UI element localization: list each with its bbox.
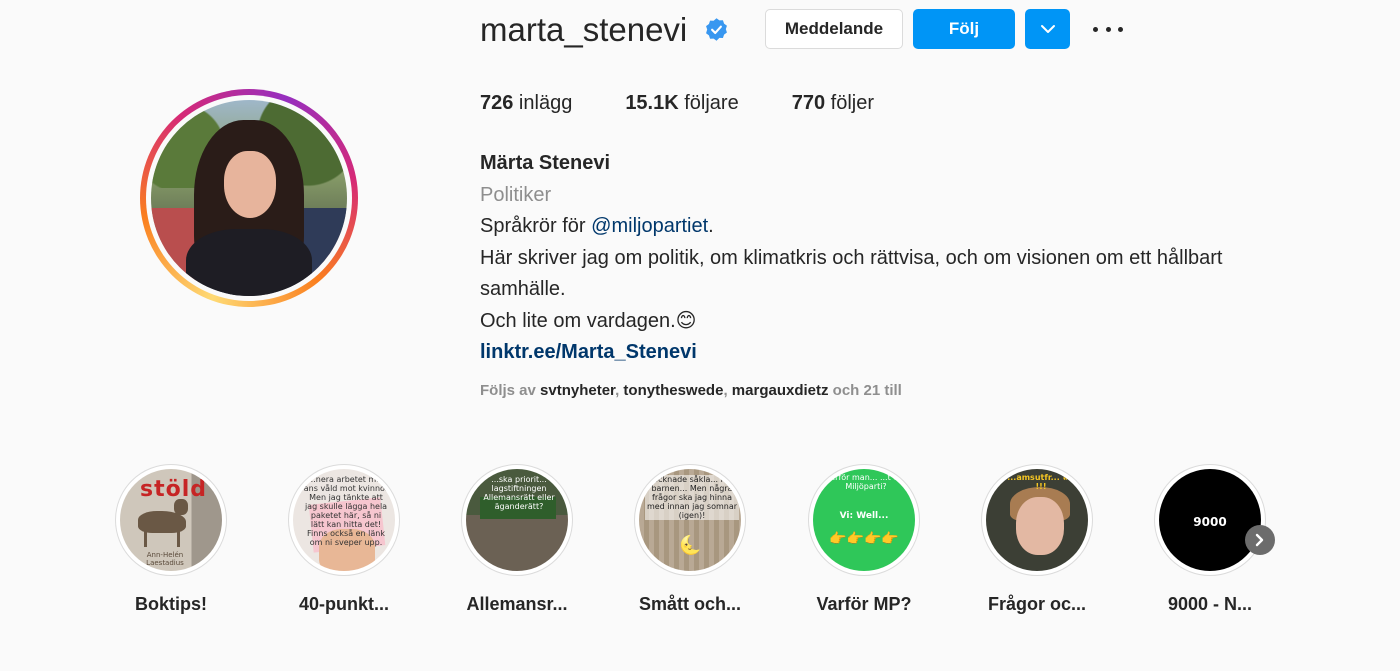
profile-bio: Märta Stenevi Politiker Språkrör för @mi… bbox=[480, 148, 1310, 369]
story-highlight[interactable]: stöld Ann-Helén Laestadius Boktips! bbox=[101, 464, 241, 615]
highlight-label: 9000 - N... bbox=[1167, 594, 1253, 614]
avatar-gap bbox=[146, 95, 352, 301]
story-highlight[interactable]: ...amsutfr... #2 !!! Frågor oc... bbox=[967, 464, 1107, 615]
pointing-hand-icon: 👉👉👉👉 bbox=[829, 531, 899, 547]
highlight-cover-text: ...nera arbetet m... ans våld mot kvinno… bbox=[303, 475, 389, 547]
followed-by-account[interactable]: tonytheswede bbox=[623, 382, 723, 399]
reindeer-head bbox=[174, 499, 188, 515]
reindeer-legs bbox=[144, 531, 180, 547]
highlight-ring: 9000 bbox=[1154, 464, 1266, 576]
following-stat[interactable]: 770 följer bbox=[792, 91, 874, 115]
more-options-icon[interactable] bbox=[1093, 17, 1123, 41]
story-highlight[interactable]: ...nera arbetet m... ans våld mot kvinno… bbox=[274, 464, 414, 615]
highlight-label: Frågor oc... bbox=[987, 594, 1086, 614]
profile-stats: 726 inlägg 15.1K följare 770 följer bbox=[480, 91, 927, 115]
posts-count: 726 bbox=[480, 92, 514, 114]
bio-text: Språkrör för bbox=[480, 215, 592, 237]
followed-by-account[interactable]: svtnyheter bbox=[540, 382, 615, 399]
verified-badge-icon bbox=[706, 18, 727, 41]
highlight-cover-text: ...ocknade såkla... med barnen... Men nå… bbox=[645, 475, 739, 520]
following-count: 770 bbox=[791, 92, 826, 114]
bio-text: . bbox=[708, 215, 714, 237]
highlight-ring: ...amsutfr... #2 !!! bbox=[981, 464, 1093, 576]
followed-by-account[interactable]: margauxdietz bbox=[732, 382, 829, 399]
story-highlight[interactable]: ...ocknade såkla... med barnen... Men nå… bbox=[620, 464, 760, 615]
highlight-cover-subtext: Vi: Well... bbox=[839, 511, 889, 521]
followed-by-suffix: och 21 till bbox=[828, 382, 902, 399]
highlight-cover: ...ocknade såkla... med barnen... Men nå… bbox=[639, 469, 741, 571]
highlight-label: Varför MP? bbox=[816, 594, 912, 614]
follow-button[interactable]: Följ bbox=[913, 9, 1015, 49]
highlight-cover: ...rför man... ...t ett Miljöparti? Vi: … bbox=[813, 469, 915, 571]
highlight-cover: 9000 bbox=[1159, 469, 1261, 571]
highlight-cover-text: 9000 bbox=[1193, 515, 1227, 529]
followed-by-prefix: Följs av bbox=[480, 382, 541, 399]
story-highlight[interactable]: ...ska priorit... lagstiftningen Alleman… bbox=[447, 464, 587, 615]
followers-count: 15.1K bbox=[625, 92, 679, 114]
story-highlight[interactable]: ...rför man... ...t ett Miljöparti? Vi: … bbox=[794, 464, 934, 615]
highlight-label: Allemansr... bbox=[466, 594, 568, 614]
highlight-cover: ...ska priorit... lagstiftningen Alleman… bbox=[466, 469, 568, 571]
following-label: följer bbox=[825, 92, 874, 114]
highlight-label: 40-punkt... bbox=[298, 594, 389, 614]
bio-line-3: Och lite om vardagen.😊 bbox=[480, 309, 697, 332]
bio-line-2: Här skriver jag om politik, om klimatkri… bbox=[480, 246, 1223, 301]
highlight-ring: ...rför man... ...t ett Miljöparti? Vi: … bbox=[808, 464, 920, 576]
followed-by[interactable]: Följs av svtnyheter, tonytheswede, marga… bbox=[480, 382, 902, 399]
bio-external-link[interactable]: linktr.ee/Marta_Stenevi bbox=[480, 337, 1310, 369]
profile-username: marta_stenevi bbox=[480, 11, 688, 48]
posts-stat: 726 inlägg bbox=[480, 91, 572, 115]
posts-label: inlägg bbox=[513, 92, 573, 114]
followers-label: följare bbox=[678, 92, 739, 114]
bio-mention-link[interactable]: @miljopartiet bbox=[591, 215, 708, 237]
avatar-face bbox=[223, 150, 277, 218]
bio-line-1: Språkrör för @miljopartiet. bbox=[480, 211, 1310, 243]
dot bbox=[1105, 26, 1111, 32]
chevron-right-icon bbox=[1255, 533, 1264, 547]
highlight-cover: ...nera arbetet m... ans våld mot kvinno… bbox=[293, 469, 395, 571]
highlight-cover-text: ...ska priorit... lagstiftningen Alleman… bbox=[483, 475, 555, 511]
highlight-cover-text: ...amsutfr... #2 !!! bbox=[1007, 473, 1075, 491]
highlight-person-face bbox=[1016, 497, 1064, 555]
followed-by-separator: , bbox=[723, 382, 732, 399]
highlight-label: Boktips! bbox=[135, 594, 207, 614]
highlights-next-button[interactable] bbox=[1245, 525, 1275, 555]
highlight-ring: ...ska priorit... lagstiftningen Alleman… bbox=[461, 464, 573, 576]
highlight-ring: stöld Ann-Helén Laestadius bbox=[115, 464, 227, 576]
chevron-down-icon bbox=[1040, 25, 1055, 33]
moon-icon: 🌜 bbox=[679, 535, 702, 556]
highlight-cover-subtext: Ann-Helén Laestadius bbox=[146, 551, 184, 567]
highlight-label: Smått och... bbox=[638, 594, 741, 614]
message-button[interactable]: Meddelande bbox=[765, 9, 903, 49]
highlight-ring: ...ocknade såkla... med barnen... Men nå… bbox=[634, 464, 746, 576]
highlight-cover-text: stöld bbox=[140, 477, 208, 502]
profile-category: Politiker bbox=[480, 183, 552, 206]
highlight-ring: ...nera arbetet m... ans våld mot kvinno… bbox=[288, 464, 400, 576]
highlight-cover-text: ...rför man... ...t ett Miljöparti? bbox=[827, 473, 905, 491]
highlight-cover: ...amsutfr... #2 !!! bbox=[986, 469, 1088, 571]
followers-stat[interactable]: 15.1K följare bbox=[625, 91, 738, 115]
dot bbox=[1118, 26, 1123, 32]
avatar-photo bbox=[151, 100, 347, 296]
profile-avatar[interactable] bbox=[140, 89, 358, 307]
suggested-accounts-button[interactable] bbox=[1025, 9, 1070, 49]
dot bbox=[1093, 26, 1098, 32]
highlight-cover: stöld Ann-Helén Laestadius bbox=[120, 469, 222, 571]
profile-full-name: Märta Stenevi bbox=[480, 152, 611, 174]
avatar-body bbox=[186, 229, 312, 296]
